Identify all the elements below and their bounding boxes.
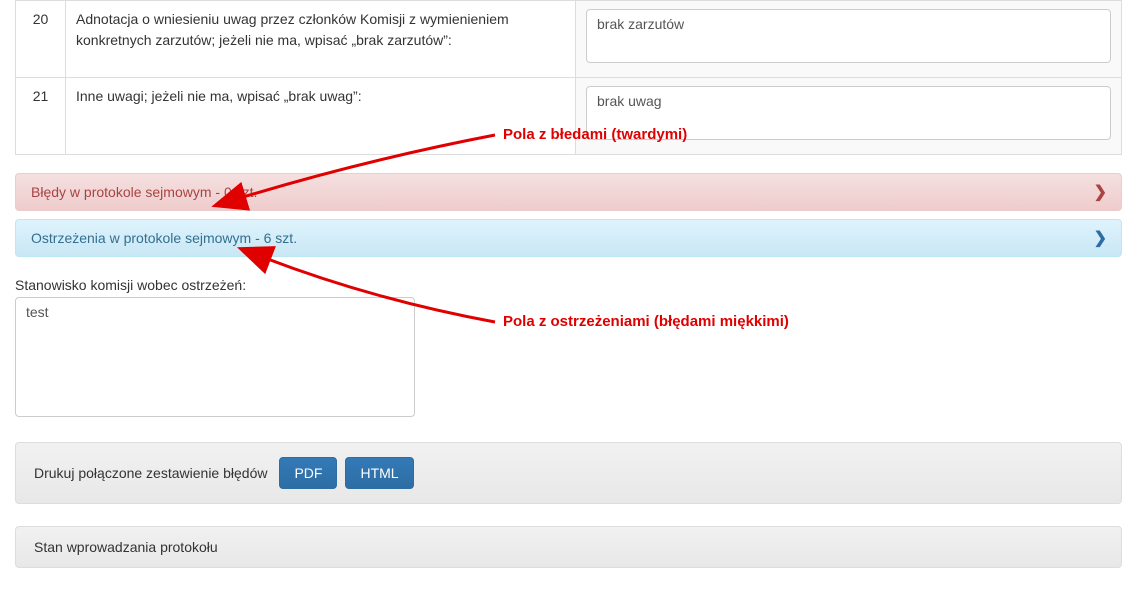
print-label: Drukuj połączone zestawienie błędów xyxy=(34,465,267,481)
warnings-panel-title: Ostrzeżenia w protokole sejmowym - 6 szt… xyxy=(31,230,297,246)
status-panel-title: Stan wprowadzania protokołu xyxy=(34,539,218,555)
row-label: Inne uwagi; jeżeli nie ma, wpisać „brak … xyxy=(66,78,576,155)
row-number: 20 xyxy=(16,1,66,78)
stance-label: Stanowisko komisji wobec ostrzeżeń: xyxy=(15,277,1122,293)
row-input-cell xyxy=(576,1,1122,78)
errors-panel[interactable]: Błędy w protokole sejmowym - 0 szt. ❯ xyxy=(15,173,1122,211)
pdf-button[interactable]: PDF xyxy=(279,457,337,489)
chevron-right-icon: ❯ xyxy=(1094,228,1107,248)
status-panel: Stan wprowadzania protokołu xyxy=(15,526,1122,568)
html-button[interactable]: HTML xyxy=(345,457,413,489)
row-20-input[interactable] xyxy=(586,9,1111,63)
annotation-hard-errors: Pola z błedami (twardymi) xyxy=(503,126,687,143)
annotation-soft-errors: Pola z ostrzeżeniami (błędami miękkimi) xyxy=(503,313,789,330)
table-row: 20 Adnotacja o wniesieniu uwag przez czł… xyxy=(16,1,1122,78)
chevron-right-icon: ❯ xyxy=(1094,182,1107,202)
row-number: 21 xyxy=(16,78,66,155)
stance-textarea[interactable] xyxy=(15,297,415,417)
warnings-panel[interactable]: Ostrzeżenia w protokole sejmowym - 6 szt… xyxy=(15,219,1122,257)
print-errors-well: Drukuj połączone zestawienie błędów PDF … xyxy=(15,442,1122,504)
errors-panel-title: Błędy w protokole sejmowym - 0 szt. xyxy=(31,184,257,200)
row-label: Adnotacja o wniesieniu uwag przez członk… xyxy=(66,1,576,78)
